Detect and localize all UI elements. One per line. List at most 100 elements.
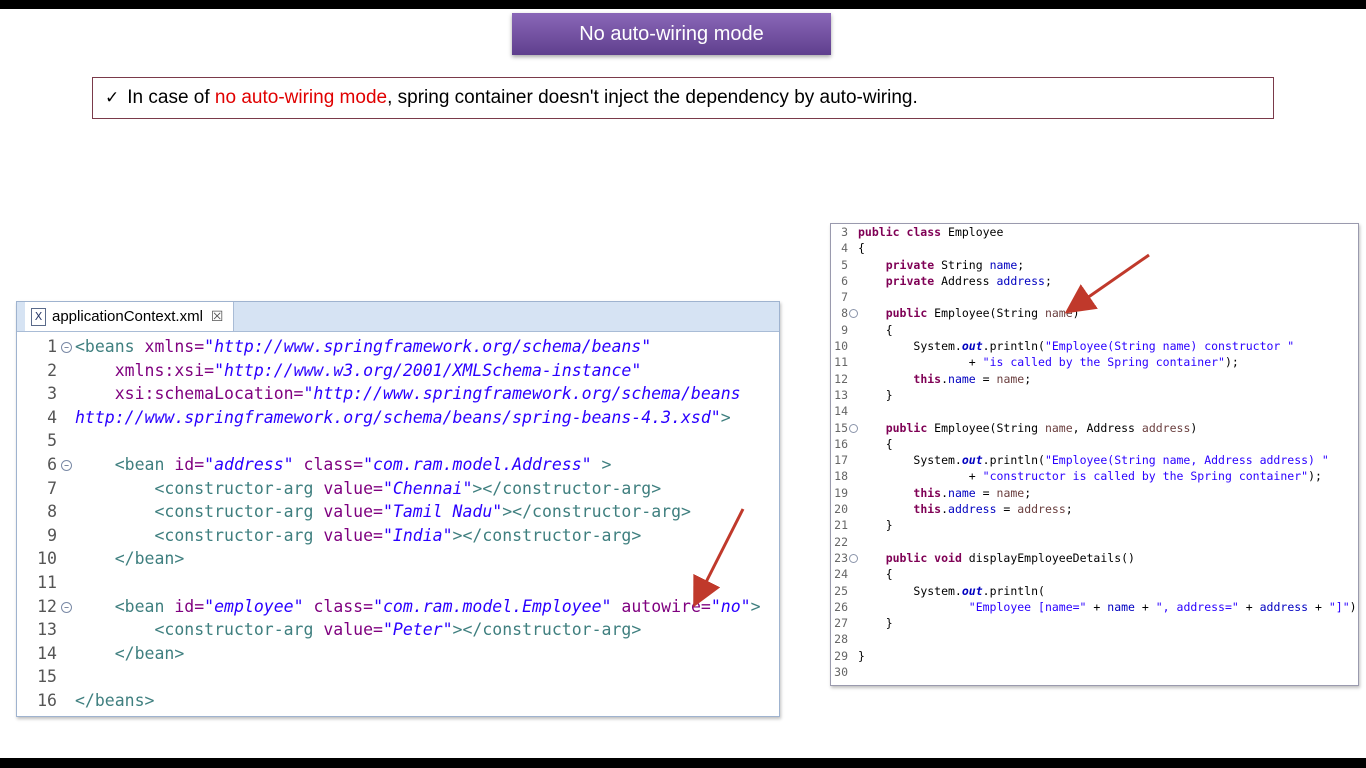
code-line: 26 "Employee [name=" + name + ", address…	[831, 599, 1358, 615]
editor-tab-strip: X applicationContext.xml ☒	[17, 302, 779, 332]
line-number: 20	[834, 502, 848, 517]
code-line: 13 }	[831, 387, 1358, 403]
code-line: 15	[17, 665, 779, 689]
fold-icon[interactable]	[849, 309, 858, 319]
line-number: 3	[47, 384, 57, 404]
top-black-bar	[0, 0, 1366, 9]
code-line: 9 <constructor-arg value="India"></const…	[17, 524, 779, 548]
line-number: 21	[834, 518, 848, 533]
fold-icon[interactable]: −	[61, 459, 72, 471]
line-number: 30	[834, 665, 848, 680]
code-line: 19 this.name = name;	[831, 485, 1358, 501]
xml-file-icon: X	[31, 307, 46, 326]
line-number: 23	[834, 550, 848, 565]
line-number: 2	[47, 360, 57, 380]
line-number: 12	[834, 371, 848, 386]
xml-code-area[interactable]: 1− <beans xmlns="http://www.springframewo…	[17, 335, 779, 713]
code-line: 13 <constructor-arg value="Peter"></cons…	[17, 618, 779, 642]
line-number: 15	[834, 420, 848, 435]
line-number: 12	[37, 596, 57, 616]
line-number: 3	[841, 225, 848, 239]
code-line: 11	[17, 571, 779, 595]
code-line: 18 + "constructor is called by the Sprin…	[831, 468, 1358, 484]
fold-icon[interactable]	[849, 553, 858, 563]
fold-icon[interactable]: −	[61, 342, 72, 353]
code-line: 8 public Employee(String name)	[831, 305, 1358, 321]
line-number: 10	[37, 549, 57, 569]
code-line: 11 + "is called by the Spring container"…	[831, 354, 1358, 370]
line-number: 17	[834, 453, 848, 468]
line-number: 6	[47, 454, 57, 474]
line-number: 28	[834, 632, 848, 647]
code-line: 12− <bean id="employee" class="com.ram.m…	[17, 595, 779, 619]
bullet-text-suffix: , spring container doesn't inject the de…	[387, 87, 918, 108]
close-icon[interactable]: ☒	[211, 309, 224, 325]
line-number: 11	[37, 572, 57, 592]
line-number: 27	[834, 616, 848, 631]
code-line: 27 }	[831, 615, 1358, 631]
code-line: 20 this.address = address;	[831, 501, 1358, 517]
code-line: 5	[17, 429, 779, 453]
line-number: 8	[841, 306, 848, 321]
line-number: 7	[841, 290, 848, 305]
code-line: 6− <bean id="address" class="com.ram.mod…	[17, 453, 779, 477]
line-number: 5	[47, 431, 57, 451]
line-number: 14	[37, 643, 57, 663]
line-number: 15	[37, 667, 57, 687]
line-number: 1	[47, 337, 57, 356]
line-number: 26	[834, 599, 848, 614]
line-number: 29	[834, 648, 848, 663]
code-line: 3 public class Employee	[831, 224, 1358, 240]
bullet-text-highlight: no auto-wiring mode	[214, 87, 388, 108]
code-line: 4{	[831, 240, 1358, 256]
xml-editor-panel: X applicationContext.xml ☒ 1− <beans xmln…	[16, 301, 780, 717]
code-line: 7 <constructor-arg value="Chennai"></con…	[17, 477, 779, 501]
line-number: 19	[834, 485, 848, 500]
code-line: 6 private Address address;	[831, 273, 1358, 289]
slide-title-text: No auto-wiring mode	[579, 22, 764, 45]
code-line: 29}	[831, 648, 1358, 664]
line-number: 11	[834, 355, 848, 370]
bottom-black-bar	[0, 758, 1366, 768]
code-line: 3 xsi:schemaLocation="http://www.springf…	[17, 382, 779, 406]
code-line: 15 public Employee(String name, Address …	[831, 420, 1358, 436]
line-number: 9	[841, 322, 848, 337]
line-number: 5	[841, 257, 848, 272]
fold-icon[interactable]	[849, 423, 858, 433]
fold-icon[interactable]: −	[61, 601, 72, 613]
code-line: 24 {	[831, 566, 1358, 582]
line-number: 10	[834, 339, 848, 354]
line-number: 13	[834, 387, 848, 402]
bullet-box: ✓ In case of no auto-wiring mode, spring…	[92, 77, 1274, 119]
code-line: 9 {	[831, 322, 1358, 338]
line-number: 24	[834, 567, 848, 582]
tab-application-context[interactable]: X applicationContext.xml ☒	[25, 302, 234, 331]
code-line: 17 System.out.println("Employee(String n…	[831, 452, 1358, 468]
slide-title: No auto-wiring mode	[512, 13, 831, 55]
code-line: 30	[831, 664, 1358, 680]
code-line: 2 xmlns:xsi="http://www.w3.org/2001/XMLS…	[17, 359, 779, 383]
java-code-area[interactable]: 3 public class Employee 4{ 5 private Stri…	[831, 224, 1358, 680]
line-number: 22	[834, 534, 848, 549]
line-number: 16	[834, 436, 848, 451]
line-number: 4	[841, 241, 848, 256]
code-line: 8 <constructor-arg value="Tamil Nadu"></…	[17, 500, 779, 524]
code-line: 28	[831, 631, 1358, 647]
line-number: 16	[37, 690, 57, 710]
code-line: 22	[831, 534, 1358, 550]
code-line: 21 }	[831, 517, 1358, 533]
code-line: 5 private String name;	[831, 257, 1358, 273]
line-number: 7	[47, 478, 57, 498]
line-number: 4	[47, 407, 57, 427]
code-line: 1− <beans xmlns="http://www.springframewo…	[17, 335, 779, 359]
code-line: 10 System.out.println("Employee(String n…	[831, 338, 1358, 354]
code-line: 14	[831, 403, 1358, 419]
line-number: 8	[47, 502, 57, 522]
line-number: 18	[834, 469, 848, 484]
code-line: 7	[831, 289, 1358, 305]
code-line: 16 </beans>	[17, 689, 779, 713]
code-line: 14 </bean>	[17, 642, 779, 666]
line-number: 9	[47, 525, 57, 545]
line-number: 14	[834, 404, 848, 419]
line-number: 13	[37, 620, 57, 640]
